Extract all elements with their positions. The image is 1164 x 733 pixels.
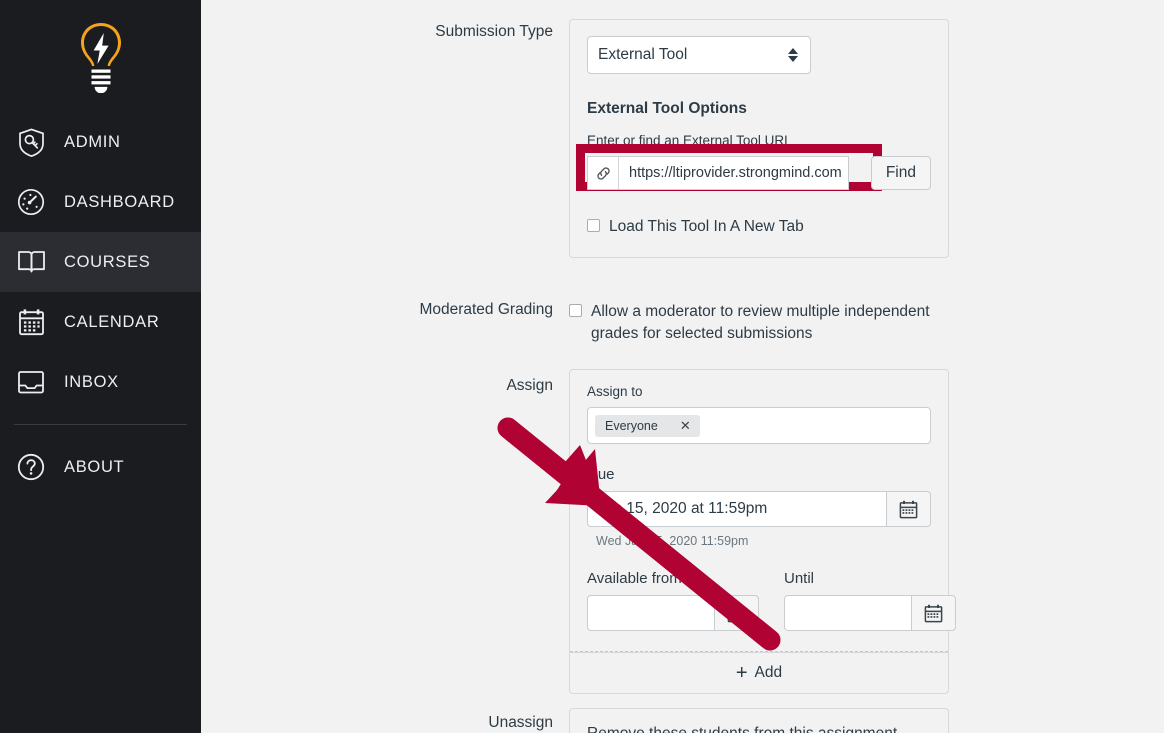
lightbulb-logo[interactable]	[0, 0, 201, 112]
due-date-hint: Wed Jan 15, 2020 11:59pm	[596, 534, 749, 548]
assign-card: Assign to Everyone ✕ Due Jan 15, 2020 at…	[569, 369, 956, 694]
sidebar-item-label: COURSES	[64, 252, 151, 271]
moderated-grading-label: Moderated Grading	[419, 301, 553, 318]
assign-to-label: Assign to	[587, 384, 643, 399]
until-label: Until	[784, 570, 815, 587]
sidebar-divider	[14, 424, 187, 425]
add-assignment-override-wrap: + Add	[570, 651, 948, 693]
sidebar-item-courses[interactable]: COURSES	[0, 232, 201, 292]
submission-type-select[interactable]: External Tool	[587, 36, 811, 74]
load-tool-new-tab-row: Load This Tool In A New Tab	[587, 216, 931, 237]
due-calendar-button[interactable]	[886, 491, 931, 527]
everyone-token[interactable]: Everyone ✕	[595, 414, 700, 437]
submission-type-row: Submission Type External Tool External T…	[201, 19, 1164, 258]
unassign-label: Unassign	[488, 714, 553, 731]
external-tool-url-label: Enter or find an External Tool URL	[587, 133, 792, 148]
add-button[interactable]: + Add	[570, 652, 948, 693]
book-icon	[14, 245, 48, 279]
external-tool-options-heading: External Tool Options	[587, 100, 747, 117]
moderated-grading-checkbox-label: Allow a moderator to review multiple ind…	[591, 303, 930, 342]
select-arrows-icon	[788, 48, 798, 62]
load-tool-new-tab-checkbox[interactable]	[587, 219, 600, 232]
everyone-token-remove[interactable]: ✕	[680, 419, 691, 432]
sidebar-item-label: ADMIN	[64, 132, 121, 151]
assign-row: Assign Assign to Everyone ✕ Due Jan 15, …	[201, 369, 1164, 694]
sidebar-item-inbox[interactable]: INBOX	[0, 352, 201, 412]
plus-icon: +	[735, 662, 748, 684]
load-tool-new-tab-label: Load This Tool In A New Tab	[609, 218, 804, 235]
submission-type-label: Submission Type	[435, 23, 553, 40]
external-tool-url-value: https://ltiprovider.strongmind.com	[629, 165, 842, 181]
sidebar-item-calendar[interactable]: CALENDAR	[0, 292, 201, 352]
availability-row: Available from Until	[587, 570, 956, 631]
shield-key-icon	[14, 125, 48, 159]
calendar-icon	[727, 604, 746, 622]
sidebar-item-label: ABOUT	[64, 457, 125, 476]
moderated-grading-checkbox[interactable]	[569, 304, 582, 317]
available-from-label: Available from	[587, 570, 682, 587]
calendar-icon	[924, 604, 943, 622]
calendar-icon	[14, 305, 48, 339]
submission-type-select-value: External Tool	[598, 46, 688, 63]
moderated-grading-row: Moderated Grading Allow a moderator to r…	[201, 295, 1164, 345]
available-from-input[interactable]	[587, 595, 714, 631]
sidebar-item-about[interactable]: ABOUT	[0, 437, 201, 497]
assign-to-input[interactable]: Everyone ✕	[587, 407, 931, 444]
submission-type-card: External Tool External Tool Options Ente…	[569, 19, 949, 258]
everyone-token-label: Everyone	[605, 418, 658, 433]
unassign-card: Remove these students from this assignme…	[569, 708, 949, 733]
assign-label: Assign	[506, 377, 553, 394]
unassign-row: Unassign Remove these students from this…	[201, 708, 1164, 733]
due-date-group: Jan 15, 2020 at 11:59pm	[587, 491, 931, 527]
available-from-calendar-button[interactable]	[714, 595, 759, 631]
until-input[interactable]	[784, 595, 911, 631]
gauge-icon	[14, 185, 48, 219]
sidebar-item-admin[interactable]: ADMIN	[0, 112, 201, 172]
due-label: Due	[587, 466, 615, 483]
sidebar-item-label: CALENDAR	[64, 312, 160, 331]
sidebar-item-label: DASHBOARD	[64, 192, 175, 211]
sidebar-item-dashboard[interactable]: DASHBOARD	[0, 172, 201, 232]
global-navigation-sidebar: ADMIN DASHBOARD COURSES CALENDAR INBOX A…	[0, 0, 222, 733]
add-button-label: Add	[754, 664, 783, 681]
app-window: ADMIN DASHBOARD COURSES CALENDAR INBOX A…	[0, 0, 1164, 733]
calendar-icon	[899, 500, 918, 518]
unassign-description: Remove these students from this assignme…	[587, 725, 931, 733]
inbox-icon	[14, 365, 48, 399]
due-date-input[interactable]: Jan 15, 2020 at 11:59pm	[587, 491, 887, 527]
until-calendar-button[interactable]	[911, 595, 956, 631]
external-tool-url-row: https://ltiprovider.strongmind.com Find	[576, 144, 931, 191]
link-icon	[588, 157, 619, 189]
assignment-settings-form: Submission Type External Tool External T…	[201, 0, 1164, 733]
external-tool-url-field[interactable]: https://ltiprovider.strongmind.com	[587, 156, 849, 190]
find-button[interactable]: Find	[870, 156, 931, 190]
sidebar-item-label: INBOX	[64, 372, 119, 391]
question-circle-icon	[14, 450, 48, 484]
